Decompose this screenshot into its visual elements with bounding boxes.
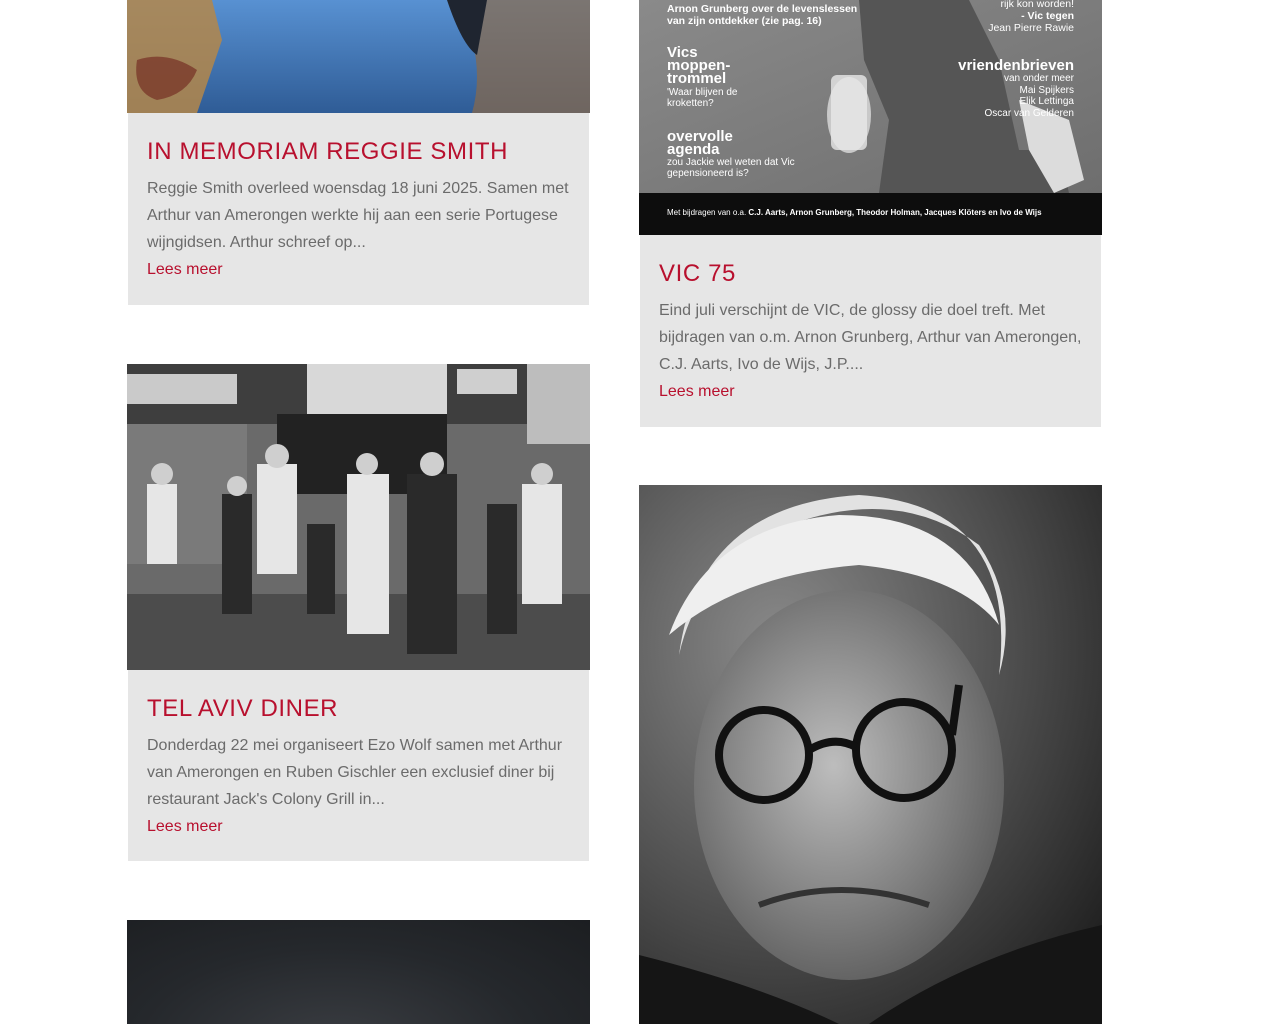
vic-read-more-link[interactable]: Lees meer [659,378,735,405]
memoriam-read-more-link[interactable]: Lees meer [147,256,223,283]
cover-footer-prefix: Met bijdragen van o.a. [667,208,747,217]
memoriam-title[interactable]: IN MEMORIAM REGGIE SMITH [147,138,570,166]
tel-aviv-image[interactable] [127,364,590,670]
vic-title[interactable]: VIC 75 [659,260,1082,288]
vic-card: VIC 75 Eind juli verschijnt de VIC, de g… [640,235,1101,427]
cover-footer-names: C.J. Aarts, Arnon Grunberg, Theodor Holm… [748,208,1042,217]
cover-name-3: Oscar van Gelderen [984,107,1075,119]
cover-sub-2: zou Jackie wel weten dat Vic gepensionee… [667,157,795,179]
cover-heading-3: vriendenbrieven [958,57,1074,74]
cover-name-0: van onder meer [1003,73,1074,84]
vic-excerpt: Eind juli verschijnt de VIC, de glossy d… [659,302,1082,373]
tel-aviv-excerpt: Donderdag 22 mei organiseert Ezo Wolf sa… [147,737,563,808]
tel-aviv-card: TEL AVIV DINER Donderdag 22 mei organise… [128,670,589,861]
portrait-image[interactable] [639,485,1102,1024]
portrait-photo-icon [639,485,1102,1024]
cover-sub-1: 'Waar blijven de kroketten? [667,87,738,109]
cover-footer: Met bijdragen van o.a. C.J. Aarts, Arnon… [667,208,1042,217]
cover-top-right-2: - Vic tegen [1021,10,1074,22]
memoriam-excerpt: Reggie Smith overleed woensdag 18 juni 2… [147,180,569,251]
cover-top-right-3: Jean Pierre Rawie [988,22,1074,34]
tel-aviv-title[interactable]: TEL AVIV DINER [147,695,570,723]
tel-aviv-read-more-link[interactable]: Lees meer [147,813,223,840]
memoriam-card: IN MEMORIAM REGGIE SMITH Reggie Smith ov… [128,113,589,305]
cover-top-right-1: rijk kon worden! [1000,0,1074,10]
memoriam-image[interactable] [127,0,590,113]
cover-heading-2: overvolle agenda [667,128,733,158]
cover-top-left: Arnon Grunberg over de levenslessen van … [667,3,858,27]
cover-name-2: Elik Lettinga [1019,96,1074,107]
dark-image[interactable] [127,920,590,1024]
water-scene-icon [127,0,590,113]
street-crowd-icon [127,364,590,670]
cover-heading-1: Vics moppen-trommel [667,44,731,87]
cover-name-1: Mai Spijkers [1019,84,1074,96]
vic-cover-image[interactable]: Arnon Grunberg over de levenslessen van … [639,0,1102,235]
